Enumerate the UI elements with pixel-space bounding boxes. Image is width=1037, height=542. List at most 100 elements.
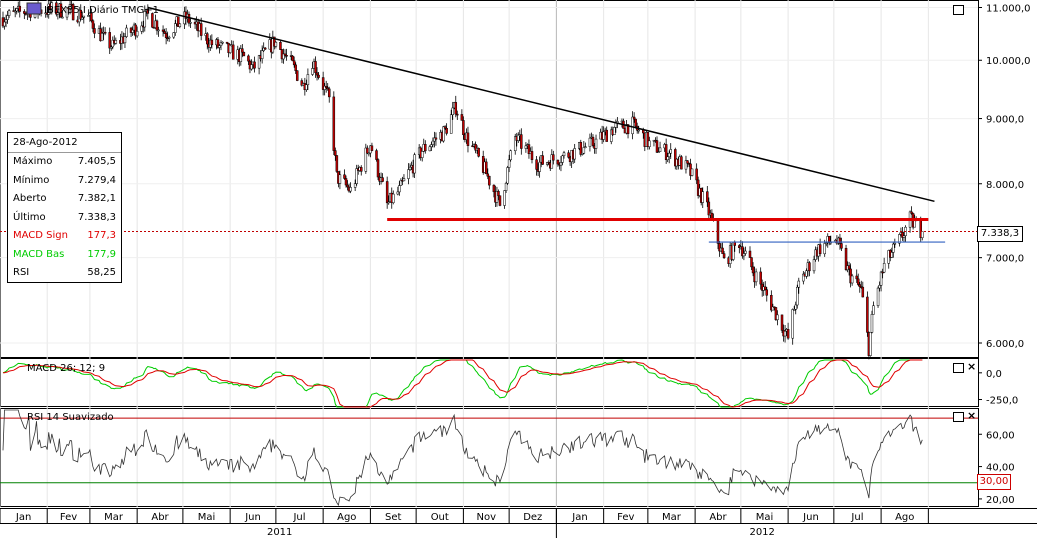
candle-body — [796, 286, 799, 306]
candle-body — [669, 149, 672, 154]
candle-body — [442, 126, 445, 142]
candle-body — [311, 68, 314, 75]
candle-body — [861, 286, 865, 298]
candle-body — [763, 286, 767, 290]
candle-body — [733, 242, 737, 246]
month-tick-label: Abr — [709, 512, 727, 523]
candle-body — [413, 154, 416, 174]
candle-body — [582, 147, 586, 154]
candle-body — [408, 166, 412, 170]
info-row-label: RSI — [13, 267, 30, 279]
candle-body — [818, 244, 822, 255]
candle-body — [637, 129, 640, 132]
candle-body — [812, 259, 816, 272]
candle-body — [420, 151, 424, 158]
month-tick-label: Jun — [244, 512, 261, 523]
rsi-tick-label: 60,00 — [986, 430, 1015, 441]
candle-body — [108, 32, 111, 49]
month-tick-label: Fev — [60, 512, 77, 523]
candle-body — [742, 253, 746, 257]
candle-body — [561, 155, 564, 163]
candle-body — [783, 330, 787, 337]
candle-body — [305, 84, 308, 90]
candle-body — [686, 160, 689, 164]
candle-body — [879, 271, 883, 286]
candle-body — [23, 11, 26, 14]
candle-body — [454, 102, 458, 115]
candle-body — [584, 146, 587, 148]
info-row: RSI 58,25 — [8, 264, 121, 283]
candle-body — [847, 265, 851, 270]
candle-body — [706, 191, 709, 203]
candle-body — [206, 33, 209, 45]
candle-body — [135, 31, 139, 37]
candle-body — [123, 36, 127, 44]
close-rsi-panel-button[interactable]: × — [967, 410, 976, 421]
candle-body — [488, 175, 491, 186]
candle-body — [174, 23, 177, 33]
candle-body — [242, 51, 246, 57]
candle-body — [131, 29, 134, 33]
candle-body — [559, 162, 563, 166]
candle-body — [858, 284, 862, 287]
month-tick-label: Nov — [476, 512, 496, 523]
close-macd-panel-button[interactable]: × — [967, 361, 976, 372]
info-row-value: 7.405,5 — [77, 156, 116, 168]
month-tick-label: Jun — [802, 512, 819, 523]
candle-body — [690, 168, 694, 176]
candle-body — [338, 174, 342, 184]
candle-body — [445, 127, 448, 134]
candle-body — [247, 55, 250, 62]
month-tick-label: Out — [431, 512, 449, 523]
candle-body — [748, 250, 752, 258]
month-tick-label: Mai — [756, 512, 774, 523]
candle-body — [15, 8, 18, 12]
candle-body — [460, 114, 464, 121]
candle-body — [913, 220, 916, 228]
maximize-rsi-panel-button[interactable] — [953, 412, 964, 422]
candle-body — [492, 184, 496, 193]
candle-body — [231, 44, 235, 60]
candle-body — [805, 270, 808, 277]
macd-panel-frame — [0, 358, 979, 407]
candle-body — [114, 40, 118, 44]
info-row-value: 7.279,4 — [77, 174, 116, 186]
candle-body — [82, 15, 86, 18]
candle-body — [754, 271, 758, 283]
candle-body — [291, 55, 294, 62]
candle-body — [890, 252, 894, 258]
rsi-tick-label: 20,00 — [986, 495, 1015, 506]
candle-body — [163, 31, 166, 34]
chart-canvas: Jan Fev Mar Abr Mai Jun Jul Ago Set Out Nov Dez Jan F… — [0, 0, 1037, 538]
candle-body — [634, 118, 637, 127]
candle-body — [722, 253, 726, 259]
candle-body — [292, 60, 296, 66]
candle-body — [567, 152, 570, 158]
candle-body — [579, 142, 583, 155]
candle-body — [614, 122, 618, 128]
candle-body — [334, 150, 337, 156]
candle-body — [866, 296, 869, 333]
price-tick-label: 10.000,0 — [986, 56, 1031, 67]
candle-body — [750, 257, 753, 268]
candle-body — [260, 50, 264, 59]
maximize-price-panel-button[interactable] — [953, 5, 964, 15]
candle-body — [285, 54, 288, 57]
candle-body — [721, 247, 724, 254]
info-row: Máximo 7.405,5 — [8, 153, 121, 172]
macd-signal-line — [2, 359, 923, 408]
candle-body — [93, 28, 96, 34]
candle-body — [776, 314, 779, 320]
candle-body — [794, 304, 797, 310]
candle-body — [431, 140, 435, 145]
candle-body — [462, 120, 465, 136]
info-row-label: Último — [13, 211, 46, 223]
candle-body — [632, 116, 636, 120]
chart-window: Jan Fev Mar Abr Mai Jun Jul Ago Set Out Nov Dez Jan F… — [0, 0, 1037, 538]
candle-body — [504, 182, 508, 191]
candle-body — [524, 145, 528, 149]
candle-body — [7, 10, 11, 16]
maximize-macd-panel-button[interactable] — [953, 363, 964, 373]
candle-body — [210, 39, 214, 46]
candle-body — [228, 44, 232, 53]
